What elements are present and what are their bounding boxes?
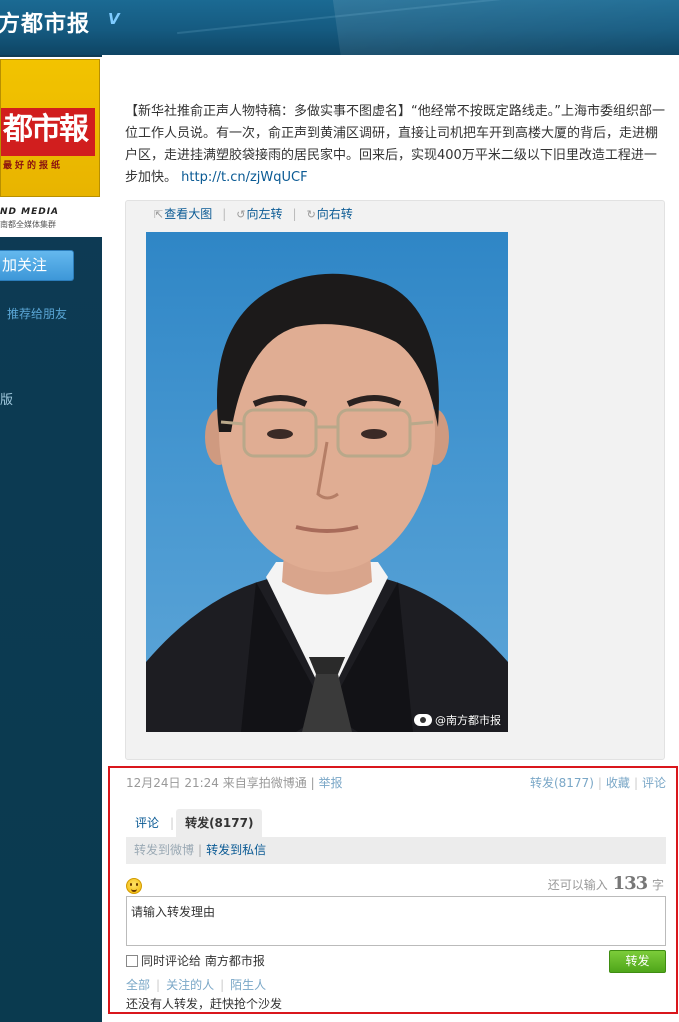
rotate-left-button[interactable]: ↺向左转 [236, 207, 282, 221]
forward-to-message-tab[interactable]: 转发到私信 [206, 843, 266, 857]
subtab-separator: | [198, 843, 203, 857]
char-counter-suffix: 字 [651, 878, 664, 892]
post-photo[interactable]: @南方都市报 [146, 232, 508, 732]
photo-watermark-text: @南方都市报 [435, 714, 501, 727]
avatar[interactable]: 都市報 最好的报纸 ND MEDIA 南都全媒体集群 [0, 57, 102, 237]
repost-filters: 全部 | 关注的人 | 陌生人 [126, 976, 266, 993]
repost-tabs: 评论 | 转发(8177) [126, 809, 263, 837]
rotate-left-icon: ↺ [236, 208, 246, 221]
portrait-illustration [146, 273, 508, 732]
filter-followed[interactable]: 关注的人 [166, 978, 214, 992]
newspaper-logo: 都市報 最好的报纸 [0, 59, 100, 197]
recommend-to-friend-link[interactable]: 推荐给朋友 [7, 305, 67, 322]
meta-separator: | [310, 776, 315, 790]
toolbar-separator: | [222, 207, 227, 221]
post-source[interactable]: 来自享拍微博通 [223, 776, 307, 790]
rotate-right-label: 向右转 [316, 207, 353, 221]
view-large-label: 查看大图 [164, 207, 213, 221]
comment-link[interactable]: 评论 [642, 776, 666, 790]
external-link-icon: ⇱ [154, 208, 164, 221]
filter-strangers[interactable]: 陌生人 [230, 978, 266, 992]
char-counter: 还可以输入 133 字 [548, 873, 664, 894]
logo-masthead: 都市報 [1, 108, 95, 156]
filter-all[interactable]: 全部 [126, 978, 150, 992]
no-reposts-message: 还没有人转发，赶快抢个沙发 [126, 997, 283, 1011]
sync-comment-label: 同时评论给 南方都市报 [141, 954, 265, 968]
tab-comment[interactable]: 评论 [126, 809, 168, 837]
filter-separator: | [156, 978, 161, 992]
photo-watermark: @南方都市报 [414, 712, 501, 728]
logo-slogan: 最好的报纸 [3, 161, 64, 171]
logo-media-text: ND MEDIA [0, 207, 60, 217]
post-meta: 12月24日 21:24 来自享拍微博通 | 举报 [126, 774, 343, 791]
forward-count-link[interactable]: 转发(8177) [530, 776, 594, 790]
rotate-right-icon: ↻ [306, 208, 316, 221]
favorite-link[interactable]: 收藏 [606, 776, 630, 790]
follow-button[interactable]: 加关注 [0, 250, 74, 281]
post-timestamp[interactable]: 12月24日 21:24 [126, 776, 219, 790]
sidebar: 都市報 最好的报纸 ND MEDIA 南都全媒体集群 加关注 推荐给朋友 版 [0, 55, 102, 1022]
sidebar-text-fragment: 版 [0, 393, 14, 408]
tab-forward[interactable]: 转发(8177) [176, 809, 263, 837]
logo-group-text: 南都全媒体集群 [0, 220, 56, 229]
tab-separator: | [170, 816, 175, 830]
post-actions: 转发(8177) | 收藏 | 评论 [530, 774, 666, 791]
media-box: ⇱查看大图 | ↺向左转 | ↻向右转 @南方都市报 [125, 200, 665, 760]
verified-v-icon: V [108, 10, 120, 28]
rotate-left-label: 向左转 [246, 207, 283, 221]
top-header: 方都市报 V [0, 0, 679, 55]
forward-to-weibo-tab[interactable]: 转发到微博 [134, 843, 194, 857]
emoji-icon[interactable] [126, 878, 142, 894]
filter-separator: | [220, 978, 225, 992]
repost-reason-input[interactable]: 请输入转发理由 [126, 896, 666, 946]
post-text: 【新华社推俞正声人物特稿：多做实事不图虚名】“他经常不按既定路线走。”上海市委组… [125, 101, 665, 189]
repost-panel: 12月24日 21:24 来自享拍微博通 | 举报 转发(8177) | 收藏 | 评论… [108, 766, 678, 1014]
checkbox-icon[interactable] [126, 955, 138, 967]
media-toolbar: ⇱查看大图 | ↺向左转 | ↻向右转 [154, 205, 363, 222]
view-large-button[interactable]: ⇱查看大图 [154, 207, 212, 221]
toolbar-separator: | [292, 207, 297, 221]
site-title[interactable]: 方都市报 [0, 6, 90, 38]
action-separator: | [597, 776, 602, 790]
action-separator: | [633, 776, 638, 790]
weibo-logo-icon [414, 714, 432, 726]
post-short-link[interactable]: http://t.cn/zjWqUCF [181, 170, 307, 185]
forward-target-tabs: 转发到微博 | 转发到私信 [126, 837, 666, 864]
forward-submit-button[interactable]: 转发 [609, 950, 666, 973]
report-link[interactable]: 举报 [318, 776, 342, 790]
char-counter-value: 133 [612, 873, 649, 894]
rotate-right-button[interactable]: ↻向右转 [307, 207, 353, 221]
char-counter-prefix: 还可以输入 [547, 878, 608, 892]
sync-comment-checkbox[interactable]: 同时评论给 南方都市报 [126, 952, 265, 969]
